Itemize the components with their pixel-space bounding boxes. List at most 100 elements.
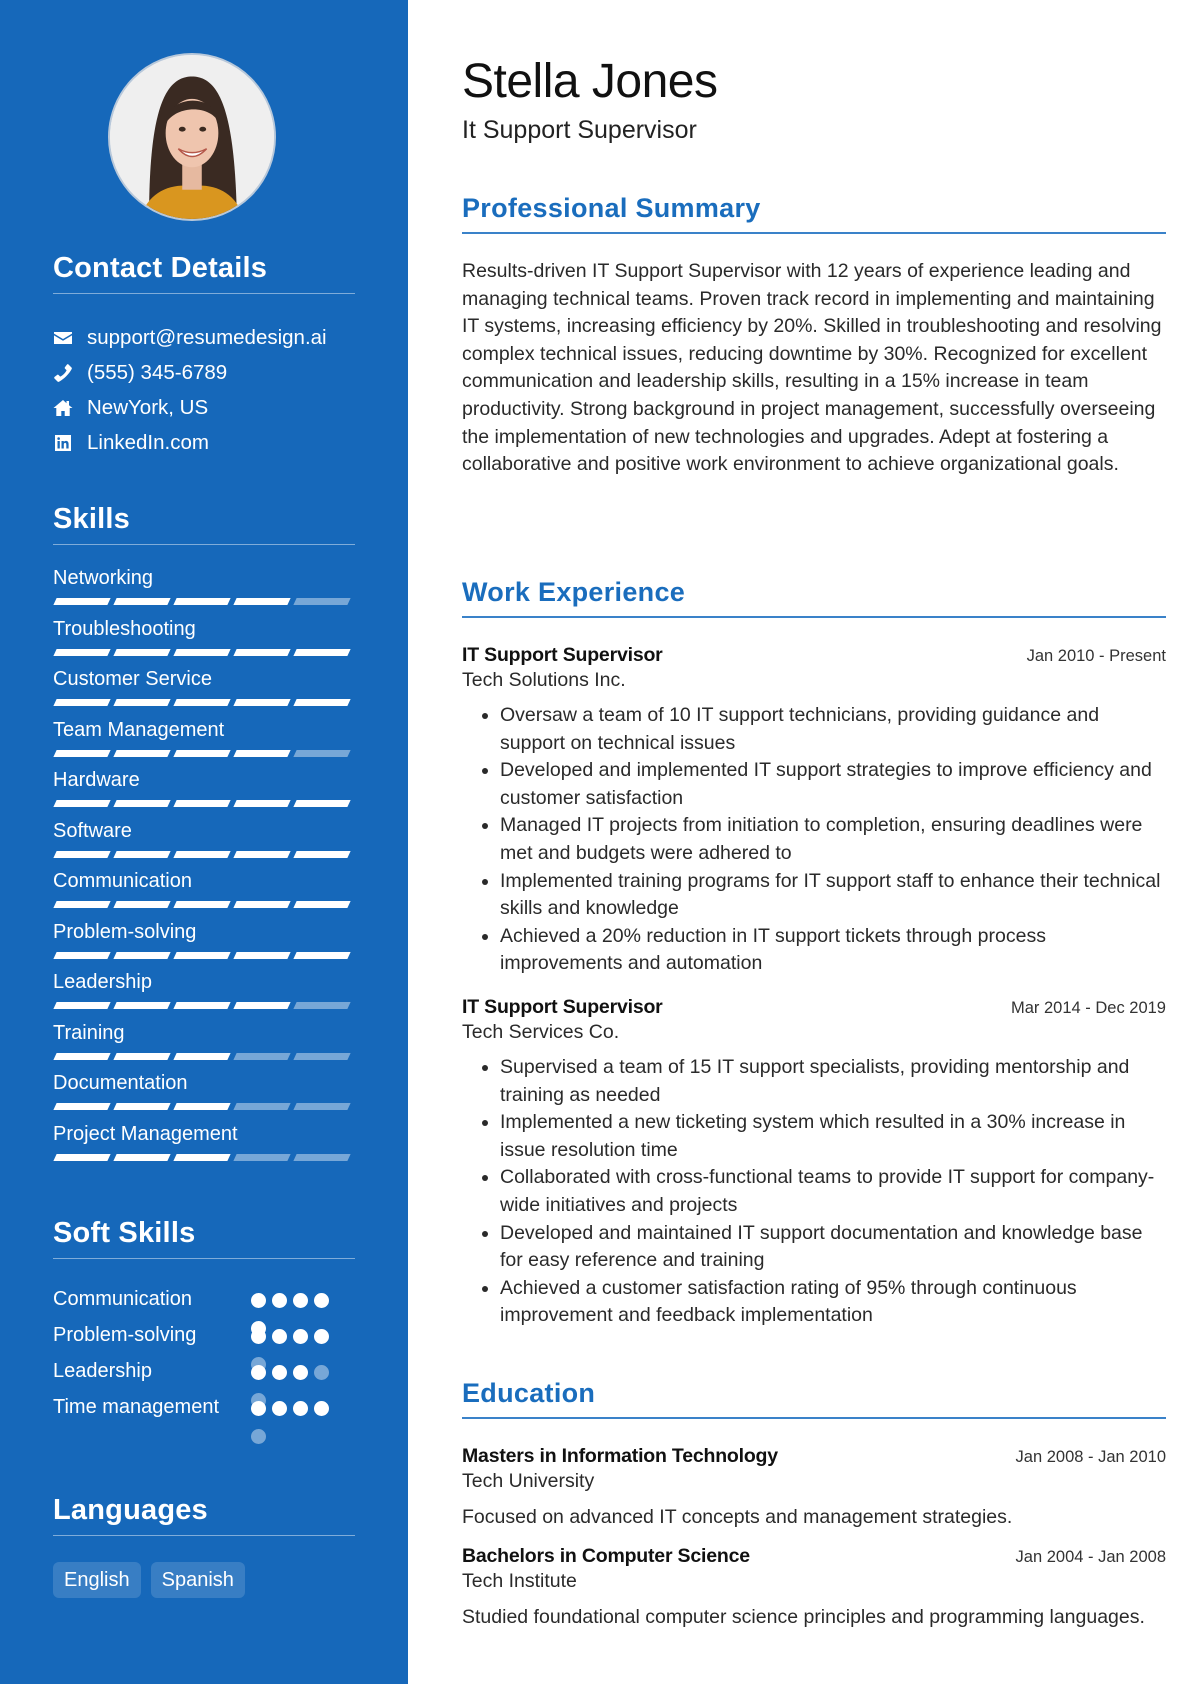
- skill-item: Team Management: [53, 717, 355, 768]
- skill-segment-filled: [53, 1103, 111, 1110]
- skill-segment-filled: [53, 1052, 111, 1060]
- skill-segment-filled: [173, 648, 231, 656]
- skill-segment-filled: [173, 901, 231, 908]
- rating-dot-filled: [314, 1293, 329, 1308]
- profile-photo: [108, 53, 276, 221]
- skill-segment-filled: [113, 1153, 171, 1161]
- skill-label: Hardware: [53, 769, 140, 791]
- education-description: Studied foundational computer science pr…: [462, 1606, 1145, 1628]
- skill-segment-filled: [293, 850, 351, 858]
- contact-linkedin[interactable]: LinkedIn.com: [53, 425, 355, 460]
- rating-dot-filled: [251, 1401, 266, 1416]
- skill-segment-filled: [173, 1103, 231, 1110]
- skill-item: Software: [53, 818, 355, 869]
- skill-level-bar: [53, 901, 355, 908]
- rating-dot-filled: [272, 1365, 287, 1380]
- job-bullet: Achieved a customer satisfaction rating …: [500, 1275, 1166, 1330]
- skill-label: Project Management: [53, 1122, 238, 1145]
- skill-segment-filled: [293, 901, 351, 908]
- job-title: IT Support Supervisor: [462, 995, 663, 1018]
- contact-location-text: NewYork, US: [87, 395, 209, 419]
- job-dates: Jan 2010 - Present: [1026, 647, 1166, 665]
- linkedin-icon: [53, 433, 87, 453]
- rating-dot-filled: [272, 1293, 287, 1308]
- job-bullet: Implemented a new ticketing system which…: [500, 1109, 1166, 1164]
- rating-dot-filled: [272, 1329, 287, 1344]
- skill-segment-filled: [233, 749, 291, 757]
- job-bullets: Oversaw a team of 10 IT support technici…: [462, 702, 1166, 978]
- education-section: Education Masters in Information Technol…: [462, 1378, 1166, 1631]
- job-bullets: Supervised a team of 15 IT support speci…: [462, 1054, 1166, 1330]
- skill-segment-filled: [113, 749, 171, 757]
- rating-dot-filled: [293, 1293, 308, 1308]
- soft-skill-rating: [251, 1285, 335, 1336]
- education-heading: Education: [462, 1378, 1166, 1419]
- skill-item: Problem-solving: [53, 919, 355, 970]
- rating-dot-filled: [272, 1401, 287, 1416]
- skill-segment-filled: [113, 901, 171, 908]
- skill-segment-filled: [293, 951, 351, 959]
- education-description: Focused on advanced IT concepts and mana…: [462, 1506, 1013, 1528]
- job-bullet: Managed IT projects from initiation to c…: [500, 812, 1166, 867]
- rating-dot-empty: [251, 1429, 266, 1444]
- job-bullet: Supervised a team of 15 IT support speci…: [500, 1054, 1166, 1109]
- soft-skill-rating: [251, 1357, 335, 1408]
- skill-segment-empty: [293, 1153, 351, 1161]
- rating-dot-filled: [251, 1365, 266, 1380]
- rating-dot-filled: [251, 1293, 266, 1308]
- skill-segment-filled: [173, 1002, 231, 1009]
- contact-email[interactable]: support@resumedesign.ai: [53, 320, 355, 355]
- skill-segment-empty: [293, 1103, 351, 1110]
- skill-item: Hardware: [53, 767, 355, 818]
- job-bullet: Oversaw a team of 10 IT support technici…: [500, 702, 1166, 757]
- contact-phone-text: (555) 345-6789: [87, 360, 228, 384]
- education-entry: Bachelors in Computer Science Jan 2004 -…: [462, 1545, 1166, 1631]
- skill-segment-filled: [53, 850, 111, 858]
- skill-label: Troubleshooting: [53, 617, 196, 640]
- job-bullet: Developed and implemented IT support str…: [500, 757, 1166, 812]
- skill-item: Networking: [53, 565, 355, 616]
- skill-level-bar: [53, 699, 355, 706]
- skill-segment-filled: [53, 699, 111, 706]
- skill-segment-filled: [233, 850, 291, 858]
- skill-level-bar: [53, 850, 355, 858]
- skill-segment-filled: [233, 598, 291, 605]
- skill-label: Software: [53, 819, 132, 842]
- skill-segment-filled: [173, 1052, 231, 1060]
- skill-segment-empty: [293, 749, 351, 757]
- degree-title: Bachelors in Computer Science: [462, 1545, 750, 1567]
- soft-skills-heading: Soft Skills: [53, 1217, 355, 1259]
- skill-label: Communication: [53, 870, 192, 892]
- company-name: Tech Solutions Inc.: [462, 669, 626, 691]
- soft-skill-label: Leadership: [53, 1360, 152, 1382]
- rating-dot-empty: [314, 1365, 329, 1380]
- envelope-icon: [53, 328, 87, 348]
- contact-phone[interactable]: (555) 345-6789: [53, 355, 355, 390]
- skill-item: Communication: [53, 868, 355, 919]
- skill-segment-filled: [293, 699, 351, 706]
- company-name: Tech Services Co.: [462, 1020, 620, 1043]
- experience-section: Work Experience IT Support Supervisor Ja…: [462, 577, 1166, 1330]
- job-bullet: Developed and maintained IT support docu…: [500, 1220, 1166, 1275]
- portrait-image: [110, 55, 274, 219]
- experience-heading: Work Experience: [462, 577, 1166, 618]
- summary-heading: Professional Summary: [462, 193, 1166, 234]
- skill-segment-filled: [53, 1002, 111, 1009]
- skill-item: Customer Service: [53, 666, 355, 717]
- skill-level-bar: [53, 648, 355, 656]
- contact-linkedin-text: LinkedIn.com: [87, 430, 209, 454]
- skill-segment-filled: [53, 749, 111, 757]
- skill-segment-filled: [53, 951, 111, 959]
- skill-segment-filled: [113, 850, 171, 858]
- school-name: Tech University: [462, 1470, 595, 1492]
- job-dates: Mar 2014 - Dec 2019: [1010, 998, 1166, 1017]
- skill-item: Troubleshooting: [53, 616, 355, 667]
- skill-segment-filled: [53, 901, 111, 908]
- skill-label: Networking: [53, 567, 154, 589]
- skill-segment-filled: [113, 598, 171, 605]
- soft-skills-list: Communication Problem-solving Leadership Ti…: [53, 1285, 355, 1444]
- home-icon: [53, 398, 87, 418]
- skill-segment-filled: [53, 800, 111, 807]
- contact-section: Contact Details support@resumedesign.ai …: [53, 252, 355, 460]
- soft-skill-label: Communication: [53, 1288, 192, 1310]
